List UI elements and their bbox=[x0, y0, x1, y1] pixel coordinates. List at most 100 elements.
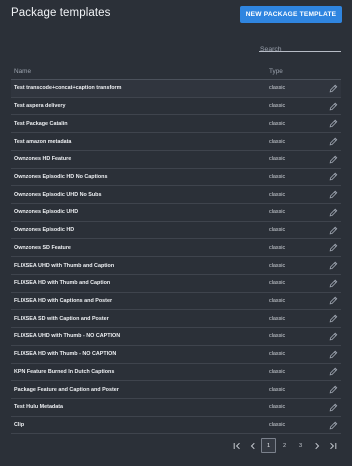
template-name[interactable]: Package Feature and Caption and Poster bbox=[11, 387, 267, 393]
table-row[interactable]: FLIXSEA HD with Captions and Poster class… bbox=[11, 293, 341, 311]
table-body: Test transcode+concat+caption transform c… bbox=[11, 80, 341, 435]
table-row[interactable]: Test aspera delivery classic bbox=[11, 98, 341, 116]
template-type: classic bbox=[269, 191, 286, 198]
edit-template-button[interactable] bbox=[328, 101, 338, 111]
edit-template-button[interactable] bbox=[328, 331, 338, 341]
table-row[interactable]: Ownzones SD Feature classic bbox=[11, 239, 341, 258]
template-type: classic bbox=[269, 227, 286, 234]
template-name[interactable]: Test Package Catalin bbox=[11, 121, 267, 127]
edit-template-button[interactable] bbox=[328, 137, 338, 147]
table-row[interactable]: FLIXSEA SD with Caption and Poster classi… bbox=[11, 310, 341, 329]
edit-template-button[interactable] bbox=[328, 296, 338, 306]
template-type: classic bbox=[269, 262, 286, 269]
template-name[interactable]: Test aspera delivery bbox=[11, 103, 267, 109]
page-numbers: 123 bbox=[261, 438, 309, 453]
table-row[interactable]: FLIXSEA HD with Thumb - NO CAPTION classi… bbox=[11, 346, 341, 364]
table-row[interactable]: Test Hulu Metadata classic bbox=[11, 399, 341, 417]
template-name[interactable]: FLIXSEA HD with Thumb - NO CAPTION bbox=[11, 351, 267, 357]
pencil-icon bbox=[329, 137, 338, 146]
chevron-left-icon bbox=[250, 442, 255, 449]
template-name[interactable]: KPN Feature Burned In Dutch Captions bbox=[11, 369, 267, 375]
table-row[interactable]: Clip classic bbox=[11, 417, 341, 435]
edit-template-button[interactable] bbox=[328, 402, 338, 412]
template-type: classic bbox=[269, 85, 286, 92]
edit-template-button[interactable] bbox=[328, 119, 338, 129]
edit-template-button[interactable] bbox=[328, 154, 338, 164]
pencil-icon bbox=[329, 296, 338, 305]
edit-template-button[interactable] bbox=[328, 278, 338, 288]
table-row[interactable]: Test amazon metadata classic bbox=[11, 133, 341, 151]
edit-template-button[interactable] bbox=[328, 207, 338, 217]
page-title: Package templates bbox=[11, 7, 111, 19]
page-2-button[interactable]: 2 bbox=[277, 438, 292, 453]
next-page-button[interactable] bbox=[309, 438, 324, 453]
edit-template-button[interactable] bbox=[328, 83, 338, 93]
column-header-name[interactable]: Name bbox=[11, 68, 267, 75]
last-page-icon bbox=[329, 442, 336, 449]
edit-template-button[interactable] bbox=[328, 225, 338, 235]
edit-template-button[interactable] bbox=[328, 243, 338, 253]
pencil-icon bbox=[329, 385, 338, 394]
template-name[interactable]: Ownzones HD Feature bbox=[11, 156, 267, 162]
pencil-icon bbox=[329, 243, 338, 252]
pencil-icon bbox=[329, 155, 338, 164]
templates-table: Name Type Test transcode+concat+caption … bbox=[11, 63, 341, 435]
pencil-icon bbox=[329, 421, 338, 430]
template-type: classic bbox=[269, 120, 286, 127]
template-type: classic bbox=[269, 404, 286, 411]
template-name[interactable]: Ownzones Episodic HD bbox=[11, 227, 267, 233]
template-name[interactable]: Ownzones SD Feature bbox=[11, 245, 267, 251]
template-name[interactable]: Ownzones Episodic HD No Captions bbox=[11, 174, 267, 180]
template-name[interactable]: Test amazon metadata bbox=[11, 139, 267, 145]
template-name[interactable]: FLIXSEA UHD with Thumb and Caption bbox=[11, 263, 267, 269]
edit-template-button[interactable] bbox=[328, 172, 338, 182]
package-templates-page: Package templates NEW PACKAGE TEMPLATE N… bbox=[0, 0, 352, 466]
search-input[interactable] bbox=[259, 43, 341, 56]
table-row[interactable]: FLIXSEA UHD with Thumb and Caption classi… bbox=[11, 257, 341, 275]
pencil-icon bbox=[329, 367, 338, 376]
table-row[interactable]: Package Feature and Caption and Poster cl… bbox=[11, 381, 341, 399]
template-name[interactable]: FLIXSEA UHD with Thumb - NO CAPTION bbox=[11, 333, 267, 339]
edit-template-button[interactable] bbox=[328, 385, 338, 395]
pencil-icon bbox=[329, 102, 338, 111]
template-name[interactable]: Ownzones Episodic UHD No Subs bbox=[11, 192, 267, 198]
edit-template-button[interactable] bbox=[328, 261, 338, 271]
edit-template-button[interactable] bbox=[328, 420, 338, 430]
table-row[interactable]: FLIXSEA UHD with Thumb - NO CAPTION class… bbox=[11, 328, 341, 346]
edit-template-button[interactable] bbox=[328, 367, 338, 377]
template-name[interactable]: Test Hulu Metadata bbox=[11, 404, 267, 410]
template-name[interactable]: FLIXSEA HD with Thumb and Caption bbox=[11, 280, 267, 286]
template-name[interactable]: Clip bbox=[11, 422, 267, 428]
edit-template-button[interactable] bbox=[328, 349, 338, 359]
table-row[interactable]: Test Package Catalin classic bbox=[11, 115, 341, 134]
template-name[interactable]: Ownzones Episodic UHD bbox=[11, 209, 267, 215]
template-type: classic bbox=[269, 368, 286, 375]
pencil-icon bbox=[329, 172, 338, 181]
previous-page-button[interactable] bbox=[245, 438, 260, 453]
table-row[interactable]: Ownzones HD Feature classic bbox=[11, 151, 341, 169]
first-page-button[interactable] bbox=[229, 438, 244, 453]
table-row[interactable]: Ownzones Episodic HD No Captions classic bbox=[11, 169, 341, 187]
pencil-icon bbox=[329, 226, 338, 235]
pencil-icon bbox=[329, 261, 338, 270]
table-row[interactable]: Ownzones Episodic UHD classic bbox=[11, 204, 341, 222]
table-row[interactable]: Test transcode+concat+caption transform c… bbox=[11, 80, 341, 98]
new-package-template-button[interactable]: NEW PACKAGE TEMPLATE bbox=[240, 6, 342, 23]
template-name[interactable]: FLIXSEA SD with Caption and Poster bbox=[11, 316, 267, 322]
pencil-icon bbox=[329, 314, 338, 323]
page-1-button[interactable]: 1 bbox=[261, 438, 276, 453]
edit-template-button[interactable] bbox=[328, 190, 338, 200]
table-row[interactable]: Ownzones Episodic HD classic bbox=[11, 222, 341, 240]
last-page-button[interactable] bbox=[325, 438, 340, 453]
column-header-type[interactable]: Type bbox=[267, 68, 325, 75]
edit-template-button[interactable] bbox=[328, 314, 338, 324]
table-row[interactable]: Ownzones Episodic UHD No Subs classic bbox=[11, 186, 341, 205]
table-row[interactable]: KPN Feature Burned In Dutch Captions clas… bbox=[11, 364, 341, 382]
table-row[interactable]: FLIXSEA HD with Thumb and Caption classic bbox=[11, 275, 341, 293]
template-name[interactable]: FLIXSEA HD with Captions and Poster bbox=[11, 298, 267, 304]
search-box bbox=[259, 38, 341, 56]
pencil-icon bbox=[329, 208, 338, 217]
table-header: Name Type bbox=[11, 63, 341, 80]
page-3-button[interactable]: 3 bbox=[293, 438, 308, 453]
template-name[interactable]: Test transcode+concat+caption transform bbox=[11, 85, 267, 91]
